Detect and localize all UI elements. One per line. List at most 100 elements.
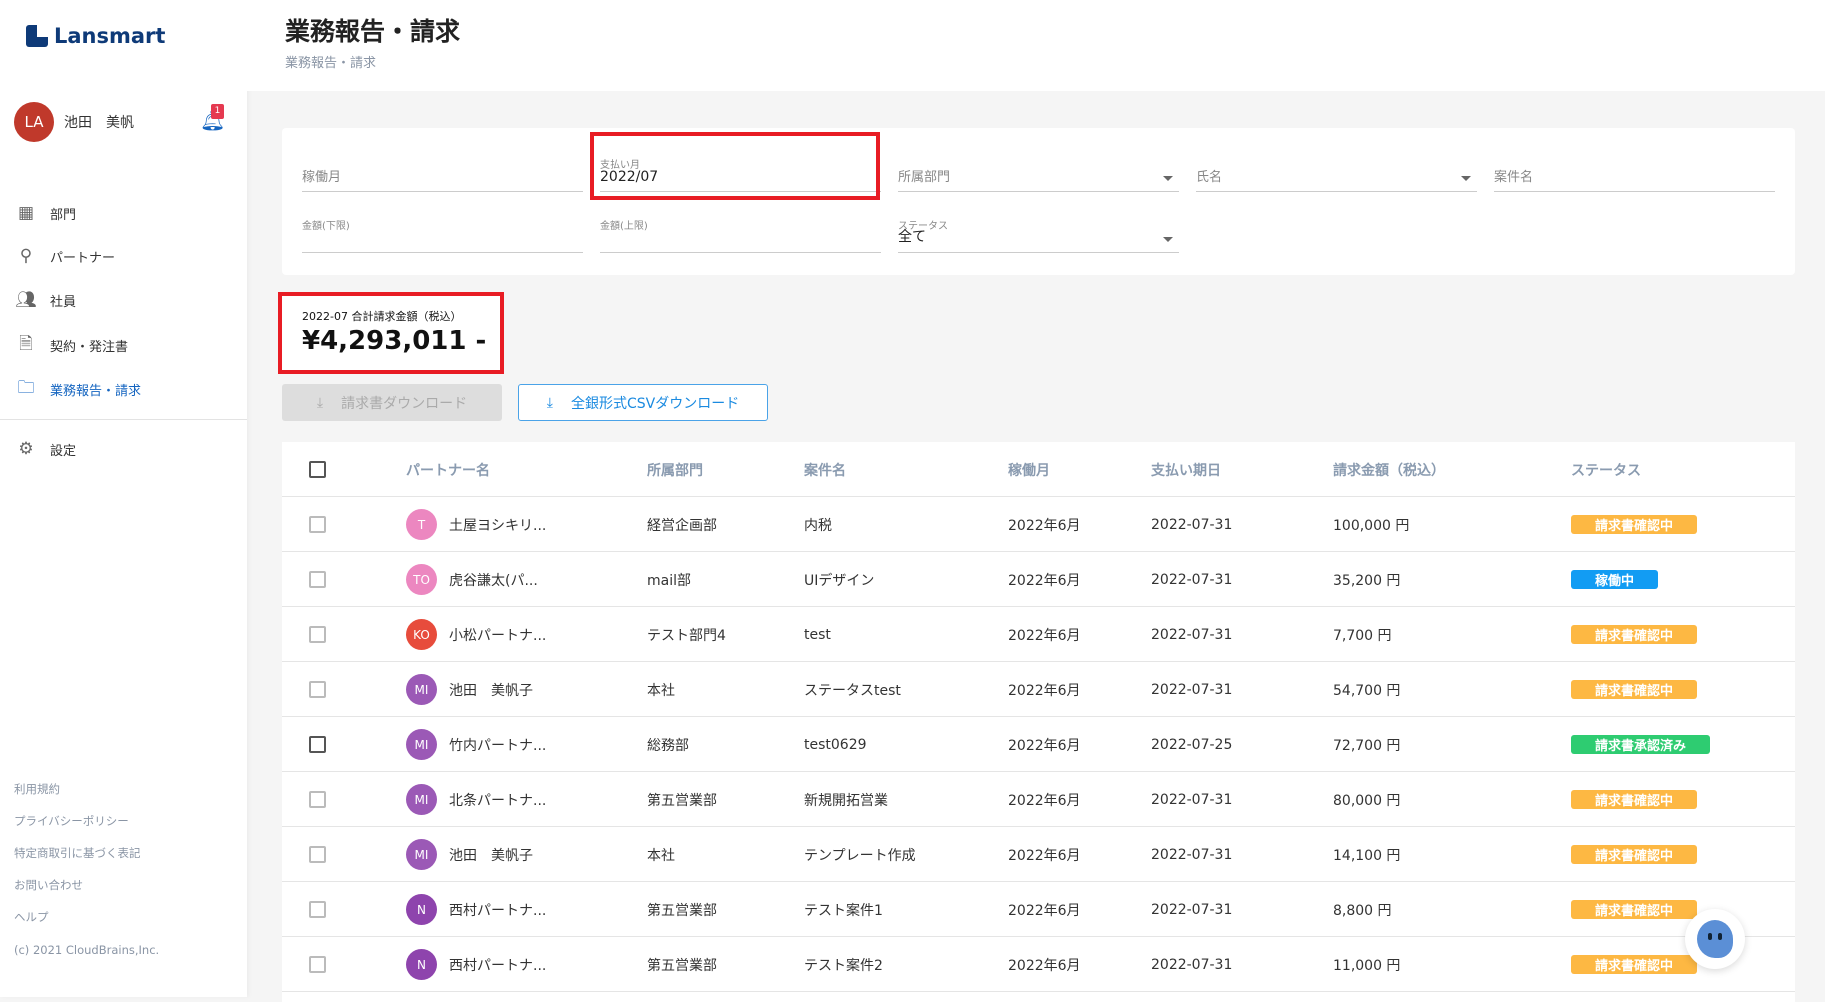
row-checkbox-cell[interactable] (309, 552, 326, 607)
row-checkbox-cell[interactable] (309, 827, 326, 882)
due-date-cell: 2022-07-31 (1151, 956, 1233, 973)
case-cell: 新規開拓営業 (804, 792, 888, 809)
checkbox[interactable] (309, 571, 326, 588)
department-cell: 第五営業部 (647, 957, 717, 974)
checkbox[interactable] (309, 461, 326, 478)
due-date-cell: 2022-07-31 (1151, 846, 1233, 863)
partner-cell[interactable]: MI 池田 美帆子 (406, 662, 533, 717)
document-icon: 🗎 (19, 333, 33, 354)
amount-max-field[interactable]: 金額(上限) (600, 213, 881, 253)
column-header[interactable]: 所属部門 (647, 442, 703, 497)
name-select[interactable]: 氏名 (1196, 152, 1477, 192)
checkbox[interactable] (309, 846, 326, 863)
due-date-cell: 2022-07-31 (1151, 571, 1233, 588)
checkbox[interactable] (309, 516, 326, 533)
column-header[interactable]: 稼働月 (1008, 442, 1050, 497)
table-row[interactable]: N 西村パートナ... 第五営業部 テスト案件1 2022年6月 2022-07-… (282, 882, 1795, 937)
partner-cell[interactable]: N 西村パートナ... (406, 882, 546, 937)
chatbot-button[interactable] (1685, 909, 1745, 969)
terms-link[interactable]: 利用規約 (14, 781, 60, 797)
user-profile[interactable]: LA 池田 美帆 (14, 102, 134, 142)
table-row[interactable]: MI 池田 美帆子 本社 テンプレート作成 2022年6月 2022-07-31 … (282, 827, 1795, 882)
amount-min-field[interactable]: 金額(下限) (302, 213, 583, 253)
table-row[interactable]: MI 北条パートナ... 第五営業部 新規開拓営業 2022年6月 2022-07… (282, 772, 1795, 827)
sidebar-item-departments[interactable]: ▦ 部門 (15, 202, 76, 224)
row-checkbox-cell[interactable] (309, 607, 326, 662)
field-label: 金額(上限) (600, 221, 648, 232)
amount-cell: 7,700 円 (1333, 627, 1392, 644)
sidebar-item-partners[interactable]: ⚲ パートナー (15, 245, 115, 267)
column-header[interactable]: ステータス (1571, 442, 1641, 497)
total-summary: 2022-07 合計請求金額（税込） ¥4,293,011 - (278, 292, 504, 374)
privacy-link[interactable]: プライバシーポリシー (14, 813, 129, 829)
partner-cell[interactable]: N 西村パートナ... (406, 937, 546, 992)
table-header-row: パートナー名 所属部門 案件名 稼働月 支払い期日 請求金額（税込） ステータス (282, 442, 1795, 497)
table-row[interactable]: TO 虎谷謙太(パ... mail部 UIデザイン 2022年6月 2022-07… (282, 552, 1795, 607)
column-header[interactable]: 案件名 (804, 442, 846, 497)
avatar: N (406, 894, 437, 925)
checkbox[interactable] (309, 956, 326, 973)
checkbox[interactable] (309, 626, 326, 643)
case-cell: ステータスtest (804, 682, 901, 699)
checkbox[interactable] (309, 736, 326, 753)
nav-label: 業務報告・請求 (50, 383, 142, 399)
sidebar-item-employees[interactable]: 👥︎ 社員 (15, 289, 76, 311)
row-checkbox-cell[interactable] (309, 772, 326, 827)
status-badge: 請求書確認中 (1571, 845, 1698, 864)
table-row[interactable]: MI 池田 美帆子 本社 ステータスtest 2022年6月 2022-07-31… (282, 662, 1795, 717)
checkbox[interactable] (309, 901, 326, 918)
partner-cell[interactable]: TO 虎谷謙太(パ... (406, 552, 538, 607)
partner-cell[interactable]: MI 北条パートナ... (406, 772, 546, 827)
status-cell: 請求書確認中 (1571, 607, 1698, 662)
status-cell: 請求書確認中 (1571, 662, 1698, 717)
department-cell: 第五営業部 (647, 902, 717, 919)
partner-cell[interactable]: KO 小松パートナ... (406, 607, 546, 662)
sidebar-item-settings[interactable]: ⚙ 設定 (15, 438, 76, 460)
breadcrumb[interactable]: 業務報告・請求 (285, 52, 376, 71)
due-date-cell: 2022-07-31 (1151, 516, 1233, 533)
table-row[interactable]: N 西村パートナ... 第五営業部 テスト案件2 2022年6月 2022-07-… (282, 937, 1795, 992)
partner-cell[interactable]: T 土屋ヨシキリ... (406, 497, 546, 552)
table-row[interactable]: T 土屋ヨシキリ... 経営企画部 内税 2022年6月 2022-07-31 1… (282, 497, 1795, 552)
button-label: 請求書ダウンロード (341, 395, 468, 412)
invoice-download-button[interactable]: ⤓ 請求書ダウンロード (282, 384, 502, 421)
contact-link[interactable]: お問い合わせ (14, 877, 83, 893)
logo-icon (26, 25, 48, 47)
work-month-cell: 2022年6月 (1008, 517, 1081, 534)
commerce-law-link[interactable]: 特定商取引に基づく表記 (14, 845, 141, 861)
help-link[interactable]: ヘルプ (14, 909, 49, 925)
work-month-cell: 2022年6月 (1008, 682, 1081, 699)
partner-cell[interactable]: MI 竹内パートナ... (406, 717, 546, 772)
checkbox[interactable] (309, 791, 326, 808)
select-all-checkbox[interactable] (309, 442, 326, 497)
lansmart-logo[interactable]: Lansmart (26, 24, 165, 48)
column-header[interactable]: パートナー名 (406, 442, 490, 497)
row-checkbox-cell[interactable] (309, 497, 326, 552)
building-icon: ▦ (17, 203, 35, 223)
page-title: 業務報告・請求 (285, 17, 461, 46)
case-name-field[interactable]: 案件名 (1494, 152, 1775, 192)
table-row[interactable]: KO 小松パートナ... テスト部門4 test 2022年6月 2022-07-… (282, 607, 1795, 662)
sidebar-item-reports-billing[interactable]: 🗀 業務報告・請求 (15, 378, 142, 400)
field-label: 金額(下限) (302, 221, 350, 232)
column-header[interactable]: 請求金額（税込） (1333, 442, 1445, 497)
row-checkbox-cell[interactable] (309, 717, 326, 772)
work-month-field[interactable]: 稼働月 (302, 152, 583, 192)
sidebar-item-contracts[interactable]: 🗎 契約・発注書 (15, 334, 128, 356)
partner-name: 竹内パートナ... (449, 737, 547, 754)
row-checkbox-cell[interactable] (309, 662, 326, 717)
amount-cell: 8,800 円 (1333, 902, 1392, 919)
partner-cell[interactable]: MI 池田 美帆子 (406, 827, 533, 882)
department-select[interactable]: 所属部門 (898, 152, 1179, 192)
csv-download-button[interactable]: ⤓ 全銀形式CSVダウンロード (518, 384, 768, 421)
row-checkbox-cell[interactable] (309, 937, 326, 992)
status-badge: 稼働中 (1571, 570, 1659, 589)
person-icon: ⚲ (19, 246, 33, 266)
avatar: MI (406, 784, 437, 815)
column-header[interactable]: 支払い期日 (1151, 442, 1221, 497)
checkbox[interactable] (309, 681, 326, 698)
status-select[interactable]: ステータス 全て (898, 213, 1179, 253)
due-date-cell: 2022-07-31 (1151, 626, 1233, 643)
table-row[interactable]: MI 竹内パートナ... 総務部 test0629 2022年6月 2022-07… (282, 717, 1795, 772)
row-checkbox-cell[interactable] (309, 882, 326, 937)
